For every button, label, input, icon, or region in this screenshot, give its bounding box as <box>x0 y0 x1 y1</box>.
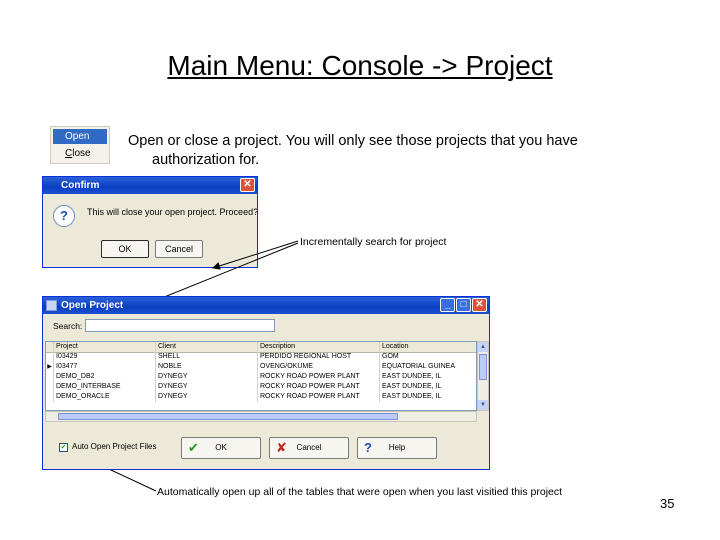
cell-client: DYNEGY <box>156 382 258 392</box>
cell-description: ROCKY ROAD POWER PLANT <box>258 392 380 402</box>
scroll-down-icon[interactable]: ▼ <box>478 400 488 410</box>
open-project-dialog: Open Project _ □ ✕ Search: Project Clien… <box>42 296 490 470</box>
check-icon: ✔ <box>188 440 199 455</box>
cell-project: DEMO_ORACLE <box>54 392 156 402</box>
header-marker <box>46 342 54 352</box>
callout-auto-open: Automatically open up all of the tables … <box>157 486 563 498</box>
cell-location: EAST DUNDEE, IL <box>380 382 476 392</box>
search-input[interactable] <box>85 319 275 332</box>
column-header-location[interactable]: Location <box>380 342 476 352</box>
table-row[interactable]: I03429 SHELL PERDIDO REGIONAL HOST GOM <box>46 352 476 362</box>
current-row-marker-icon: ▶ <box>46 362 54 372</box>
row-marker <box>46 392 54 402</box>
cell-description: ROCKY ROAD POWER PLANT <box>258 372 380 382</box>
page-number: 35 <box>660 496 675 511</box>
open-ok-button[interactable]: ✔ OK <box>181 437 261 459</box>
column-header-description[interactable]: Description <box>258 342 380 352</box>
open-cancel-button[interactable]: ✘ Cancel <box>269 437 349 459</box>
open-project-title: Open Project <box>61 300 124 311</box>
cell-client: DYNEGY <box>156 372 258 382</box>
cell-client: SHELL <box>156 352 258 362</box>
cell-project: I03429 <box>54 352 156 362</box>
open-cancel-label: Cancel <box>296 443 322 452</box>
arrow-to-confirm <box>212 240 299 270</box>
cell-client: NOBLE <box>156 362 258 372</box>
vertical-scrollbar[interactable]: ▲ ▼ <box>477 341 489 411</box>
column-header-project[interactable]: Project <box>54 342 156 352</box>
open-help-button[interactable]: ? Help <box>357 437 437 459</box>
horizontal-scroll-thumb[interactable] <box>58 413 398 420</box>
auto-open-label: Auto Open Project Files <box>72 442 157 451</box>
cell-description: ROCKY ROAD POWER PLANT <box>258 382 380 392</box>
maximize-button[interactable]: □ <box>456 298 471 312</box>
cell-description: PERDIDO REGIONAL HOST <box>258 352 380 362</box>
table-row[interactable]: DEMO_INTERBASE DYNEGY ROCKY ROAD POWER P… <box>46 382 476 392</box>
help-icon: ? <box>364 440 372 455</box>
table-row[interactable]: ▶ I03477 NOBLE OVENG/OKUME EQUATORIAL GU… <box>46 362 476 372</box>
auto-open-checkbox[interactable]: ✔ <box>59 443 68 452</box>
cancel-x-icon: ✘ <box>276 440 287 455</box>
cell-project: DEMO_INTERBASE <box>54 382 156 392</box>
cell-description: OVENG/OKUME <box>258 362 380 372</box>
cell-client: DYNEGY <box>156 392 258 402</box>
open-help-label: Help <box>388 443 406 452</box>
close-button[interactable]: ✕ <box>472 298 487 312</box>
cell-location: EAST DUNDEE, IL <box>380 372 476 382</box>
row-marker <box>46 372 54 382</box>
scroll-up-icon[interactable]: ▲ <box>478 342 488 352</box>
row-marker <box>46 352 54 362</box>
window-icon <box>46 300 57 311</box>
row-marker <box>46 382 54 392</box>
table-row[interactable]: DEMO_DB2 DYNEGY ROCKY ROAD POWER PLANT E… <box>46 372 476 382</box>
column-header-client[interactable]: Client <box>156 342 258 352</box>
cell-location: EQUATORIAL GUINEA <box>380 362 476 372</box>
cell-location: GOM <box>380 352 476 362</box>
table-row[interactable]: DEMO_ORACLE DYNEGY ROCKY ROAD POWER PLAN… <box>46 392 476 402</box>
open-ok-label: OK <box>215 443 227 452</box>
project-grid: Project Client Description Location I034… <box>45 341 477 411</box>
horizontal-scrollbar[interactable] <box>45 411 477 422</box>
cell-project: DEMO_DB2 <box>54 372 156 382</box>
cell-location: EAST DUNDEE, IL <box>380 392 476 402</box>
cell-project: I03477 <box>54 362 156 372</box>
minimize-button[interactable]: _ <box>440 298 455 312</box>
scroll-thumb[interactable] <box>479 354 487 380</box>
open-project-titlebar: Open Project _ □ ✕ <box>43 297 489 314</box>
search-label: Search: <box>53 321 83 331</box>
